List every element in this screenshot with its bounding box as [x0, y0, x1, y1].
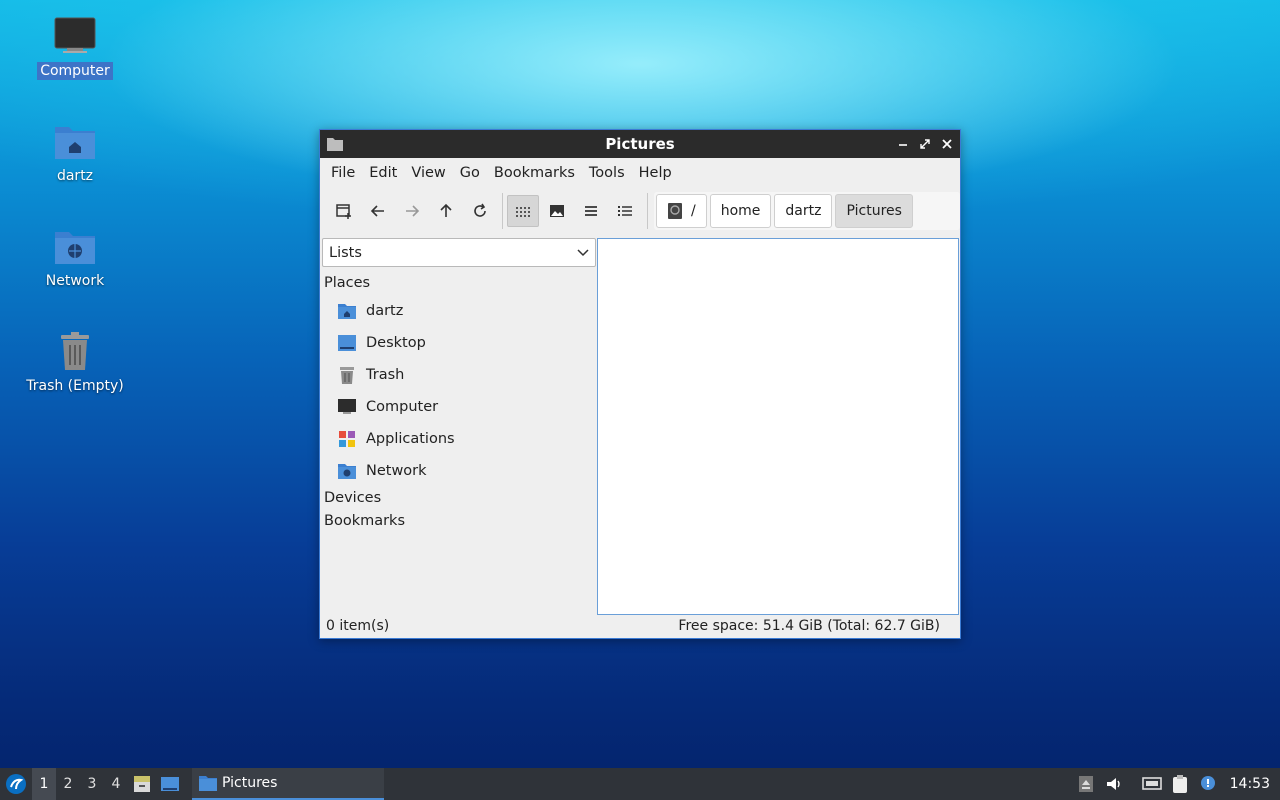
- menubar: File Edit View Go Bookmarks Tools Help: [320, 158, 960, 188]
- trash-icon: [337, 365, 357, 385]
- desktop-folder-icon: [337, 333, 357, 353]
- menu-go[interactable]: Go: [453, 165, 487, 181]
- menu-help[interactable]: Help: [632, 165, 679, 181]
- computer-icon: [54, 17, 96, 53]
- place-trash[interactable]: Trash: [321, 359, 596, 391]
- system-tray: 14:53: [1072, 768, 1280, 800]
- clipboard-icon[interactable]: [1166, 768, 1194, 800]
- toolbar-separator: [647, 193, 648, 229]
- list-view-icon: [585, 206, 597, 216]
- workspace-3[interactable]: 3: [80, 768, 104, 800]
- minimize-button[interactable]: [892, 130, 914, 158]
- new-tab-icon: [336, 204, 351, 219]
- toolbar-separator: [502, 193, 503, 229]
- reload-icon: [474, 203, 486, 217]
- show-desktop-button[interactable]: [156, 768, 184, 800]
- desktop-icon-label: Network: [45, 273, 105, 289]
- forward-button[interactable]: [396, 195, 428, 227]
- home-folder-icon: [55, 127, 95, 159]
- maximize-button[interactable]: [914, 130, 936, 158]
- reload-button[interactable]: [464, 195, 496, 227]
- detailed-list-icon: [618, 206, 632, 216]
- workspace-1[interactable]: 1: [32, 768, 56, 800]
- place-dartz[interactable]: dartz: [321, 295, 596, 327]
- desktop-icon-trash[interactable]: Trash (Empty): [20, 331, 130, 395]
- workspace-4[interactable]: 4: [104, 768, 128, 800]
- places-header[interactable]: Places: [321, 272, 596, 295]
- place-computer[interactable]: Computer: [321, 391, 596, 423]
- lubuntu-logo-icon: [6, 774, 26, 794]
- close-button[interactable]: [936, 130, 958, 158]
- chevron-down-icon: [577, 248, 589, 256]
- breadcrumb-dartz[interactable]: dartz: [774, 194, 833, 228]
- desktop-icon-label: Computer: [37, 62, 113, 80]
- up-button[interactable]: [430, 195, 462, 227]
- applications-icon: [337, 429, 357, 449]
- breadcrumb-pictures[interactable]: Pictures: [835, 194, 913, 228]
- menu-file[interactable]: File: [324, 165, 362, 181]
- breadcrumb-root[interactable]: /: [656, 194, 707, 228]
- drive-icon: [668, 203, 682, 219]
- bookmarks-header[interactable]: Bookmarks: [321, 510, 596, 533]
- home-folder-icon: [337, 301, 357, 321]
- network-folder-icon: [55, 232, 95, 264]
- breadcrumb-home[interactable]: home: [709, 194, 772, 228]
- detailed-view-button[interactable]: [609, 195, 641, 227]
- menu-edit[interactable]: Edit: [362, 165, 404, 181]
- update-notifier-icon[interactable]: [1194, 768, 1222, 800]
- arrow-left-icon: [370, 205, 384, 217]
- image-icon: [550, 205, 564, 217]
- side-pane: Lists Places dartz Desktop Trash Compute…: [321, 238, 596, 614]
- place-desktop[interactable]: Desktop: [321, 327, 596, 359]
- desktop-icon: [161, 777, 179, 791]
- taskbar: 1 2 3 4 Pictures 14:53: [0, 768, 1280, 800]
- grid-view-icon: [516, 207, 530, 217]
- free-space: Free space: 51.4 GiB (Total: 62.7 GiB): [678, 618, 940, 634]
- file-manager-launcher[interactable]: [128, 768, 156, 800]
- folder-icon: [326, 136, 344, 156]
- desktop-icon-label: dartz: [56, 168, 94, 184]
- computer-icon: [337, 397, 357, 417]
- start-menu-button[interactable]: [0, 768, 32, 800]
- back-button[interactable]: [362, 195, 394, 227]
- item-count: 0 item(s): [326, 618, 390, 634]
- icon-view-button[interactable]: [507, 195, 539, 227]
- taskbar-task-pictures[interactable]: Pictures: [192, 768, 384, 800]
- desktop-icon-dartz[interactable]: dartz: [20, 121, 130, 185]
- side-pane-mode-select[interactable]: Lists: [322, 238, 596, 267]
- devices-header[interactable]: Devices: [321, 487, 596, 510]
- breadcrumb: / home dartz Pictures: [654, 192, 960, 230]
- network-status-icon[interactable]: [1138, 768, 1166, 800]
- toolbar: / home dartz Pictures: [320, 188, 960, 234]
- file-cabinet-icon: [134, 776, 150, 792]
- file-list-area[interactable]: [597, 238, 959, 615]
- compact-view-button[interactable]: [575, 195, 607, 227]
- eject-icon[interactable]: [1072, 768, 1100, 800]
- place-network[interactable]: Network: [321, 455, 596, 487]
- trash-icon: [61, 332, 89, 370]
- desktop-icon-network[interactable]: Network: [20, 226, 130, 290]
- desktop-icon-computer[interactable]: Computer: [20, 16, 130, 80]
- arrow-up-icon: [440, 203, 452, 217]
- window-title: Pictures: [605, 135, 675, 153]
- folder-icon: [199, 776, 217, 791]
- file-manager-window: Pictures File Edit View Go Bookmarks Too…: [319, 129, 961, 639]
- menu-bookmarks[interactable]: Bookmarks: [487, 165, 582, 181]
- status-bar: 0 item(s) Free space: 51.4 GiB (Total: 6…: [320, 614, 960, 638]
- tray-spacer: [1128, 768, 1138, 800]
- menu-tools[interactable]: Tools: [582, 165, 632, 181]
- volume-icon[interactable]: [1100, 768, 1128, 800]
- menu-view[interactable]: View: [404, 165, 452, 181]
- desktop-icon-label: Trash (Empty): [26, 378, 124, 394]
- workspace-2[interactable]: 2: [56, 768, 80, 800]
- place-applications[interactable]: Applications: [321, 423, 596, 455]
- arrow-right-icon: [406, 205, 420, 217]
- clock[interactable]: 14:53: [1222, 776, 1280, 792]
- new-tab-button[interactable]: [328, 195, 360, 227]
- titlebar[interactable]: Pictures: [320, 130, 960, 158]
- thumbnail-view-button[interactable]: [541, 195, 573, 227]
- network-folder-icon: [337, 461, 357, 481]
